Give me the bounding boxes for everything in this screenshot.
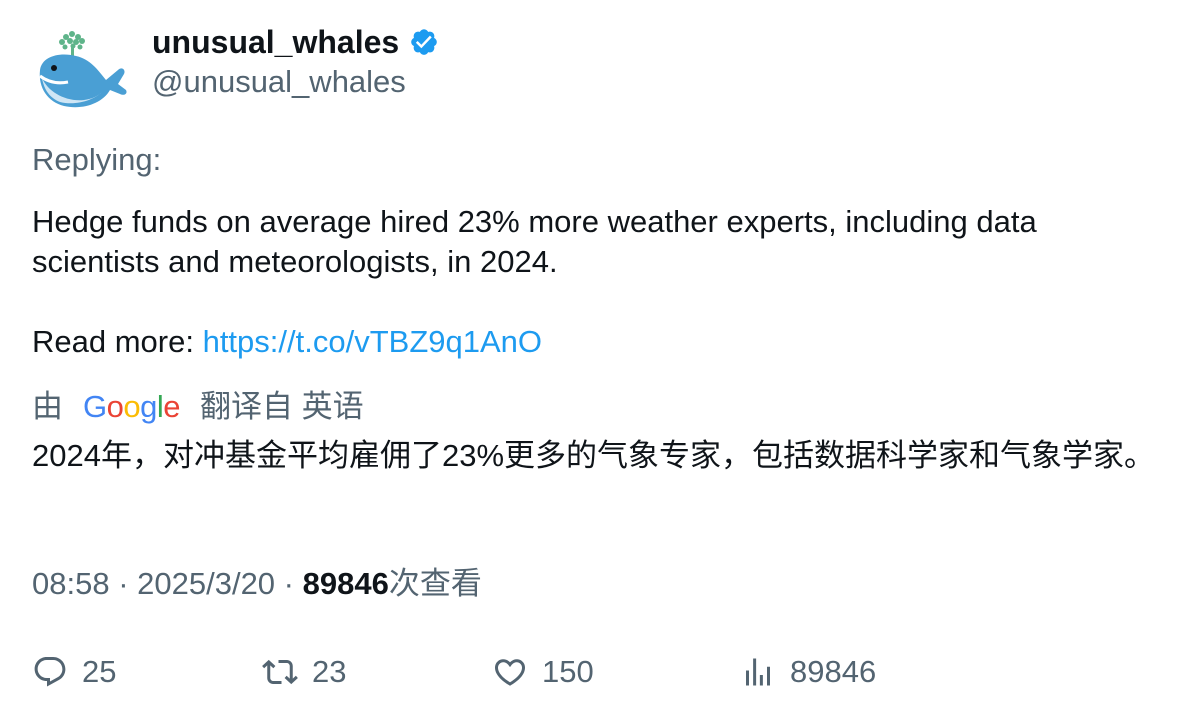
tweet-body: Hedge funds on average hired 23% more we… xyxy=(32,204,1037,279)
retweet-button[interactable]: 23 xyxy=(262,650,346,694)
tweet-meta: 08:58 · 2025/3/20 · 89846次查看 xyxy=(32,564,482,604)
author-name-row[interactable]: unusual_whales xyxy=(152,24,439,60)
views-label: 次查看 xyxy=(388,566,482,601)
views-count: 89846 xyxy=(302,566,389,601)
views-action-count: 89846 xyxy=(790,654,877,689)
tweet-date[interactable]: 2025/3/20 xyxy=(137,566,275,601)
retweet-count: 23 xyxy=(312,654,347,689)
google-logo: Google xyxy=(83,389,181,424)
verified-badge-icon xyxy=(411,29,437,55)
tweet-time[interactable]: 08:58 xyxy=(32,566,110,601)
meta-separator: · xyxy=(109,566,138,601)
author-handle[interactable]: @unusual_whales xyxy=(152,64,406,100)
reply-icon xyxy=(34,657,66,687)
like-count: 150 xyxy=(542,654,594,689)
read-more-label: Read more: xyxy=(32,324,203,359)
like-button[interactable]: 150 xyxy=(492,650,594,694)
translation-by-label: 由 xyxy=(32,389,63,424)
translated-from-label[interactable]: 翻译自 英语 xyxy=(200,387,364,427)
tweet-link[interactable]: https://t.co/vTBZ9q1AnO xyxy=(203,324,542,359)
author-display-name[interactable]: unusual_whales xyxy=(152,24,399,60)
replying-label: Replying: xyxy=(32,142,162,177)
views-button[interactable]: 89846 xyxy=(740,650,876,694)
reply-button[interactable]: 25 xyxy=(32,650,116,694)
whale-logo-icon xyxy=(39,31,127,108)
retweet-icon xyxy=(262,659,298,685)
translation-attribution: 由 Google 翻译自 英语 xyxy=(32,387,364,427)
analytics-icon xyxy=(746,658,770,686)
action-bar: 25 23 150 89846 xyxy=(0,650,1196,694)
reply-count: 25 xyxy=(82,654,117,689)
avatar[interactable] xyxy=(32,26,128,114)
tweet-text: Hedge funds on average hired 23% more we… xyxy=(32,202,1162,282)
meta-separator-2: · xyxy=(275,566,303,601)
read-more-line: Read more: https://t.co/vTBZ9q1AnO xyxy=(32,322,542,362)
heart-icon xyxy=(494,659,526,686)
translated-text: 2024年，对冲基金平均雇佣了23%更多的气象专家，包括数据科学家和气象学家。 xyxy=(32,438,1156,473)
